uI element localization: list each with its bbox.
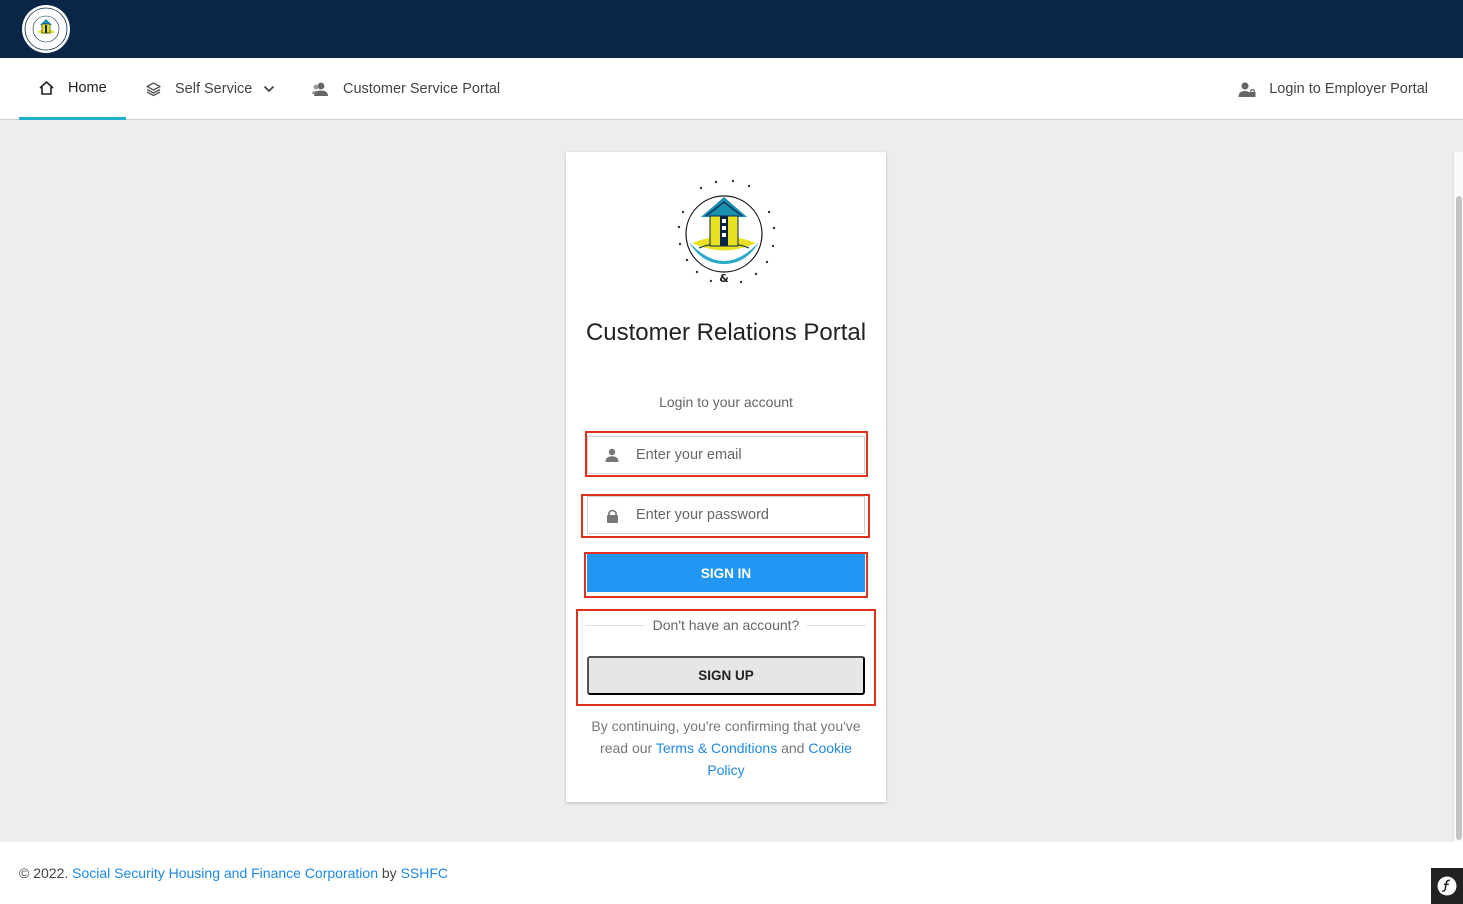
user-group-icon xyxy=(312,82,328,96)
svg-text:&: & xyxy=(719,272,729,285)
user-lock-icon xyxy=(1238,81,1256,97)
home-icon xyxy=(39,80,54,95)
nav-customer-service-label: Customer Service Portal xyxy=(343,81,501,97)
nav-employer-login[interactable]: Login to Employer Portal xyxy=(1238,58,1428,120)
terms-text: By continuing, you're confirming that yo… xyxy=(584,715,868,781)
scrollbar-thumb[interactable] xyxy=(1456,196,1462,840)
nav-self-service[interactable]: Self Service xyxy=(145,58,275,120)
lock-icon xyxy=(588,508,636,523)
password-field[interactable] xyxy=(587,496,865,534)
no-account-text: Don't have an account? xyxy=(652,617,800,633)
page-title: Customer Relations Portal xyxy=(585,319,867,346)
by-text: by xyxy=(381,865,397,881)
signup-button[interactable]: SIGN UP xyxy=(587,656,865,695)
symfony-toolbar-icon[interactable] xyxy=(1431,868,1463,904)
chevron-down-icon xyxy=(264,85,275,93)
sshfc-emblem-icon: & xyxy=(667,174,785,292)
footer-text: © 2022. Social Security Housing and Fina… xyxy=(19,865,448,881)
top-bar xyxy=(0,0,1463,58)
layers-icon xyxy=(146,82,161,97)
terms-link[interactable]: Terms & Conditions xyxy=(656,740,777,756)
nav-self-service-label: Self Service xyxy=(175,81,253,97)
nav-home[interactable]: Home xyxy=(19,58,126,120)
copyright: © 2022. xyxy=(19,865,69,881)
org-link[interactable]: Social Security Housing and Finance Corp… xyxy=(72,865,378,881)
terms-and: and xyxy=(781,740,805,756)
scrollbar[interactable] xyxy=(1453,152,1463,842)
footer: © 2022. Social Security Housing and Fina… xyxy=(0,842,1463,904)
password-input[interactable] xyxy=(636,507,856,523)
nav-customer-service-portal[interactable]: Customer Service Portal xyxy=(311,58,500,120)
page-subtitle: Login to your account xyxy=(659,394,793,410)
email-input[interactable] xyxy=(636,447,856,463)
nav-employer-login-label: Login to Employer Portal xyxy=(1269,81,1428,97)
brand-link[interactable]: SSHFC xyxy=(401,865,448,881)
signin-button[interactable]: SIGN IN xyxy=(587,554,865,592)
nav-home-label: Home xyxy=(68,79,107,96)
email-field[interactable] xyxy=(587,436,865,474)
main-nav: Home Self Service Customer Service Porta… xyxy=(0,58,1463,120)
user-icon xyxy=(588,448,636,462)
login-card: & Customer Relations Portal Login to you… xyxy=(566,152,886,802)
sshfc-logo-icon[interactable] xyxy=(18,3,74,55)
